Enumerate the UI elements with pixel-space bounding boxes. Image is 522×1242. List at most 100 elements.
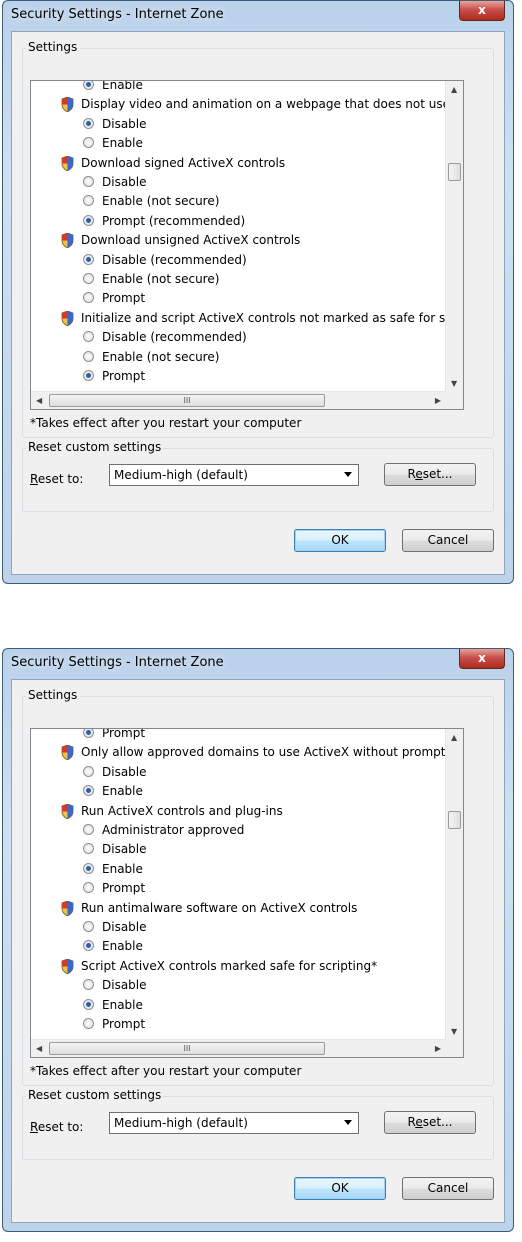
setting-category[interactable]: Download signed ActiveX controls <box>61 154 285 173</box>
setting-option-label: Prompt <box>102 881 146 896</box>
setting-category[interactable]: Download unsigned ActiveX controls <box>61 231 300 250</box>
cancel-button-label: Cancel <box>427 1181 469 1195</box>
scroll-thumb-grip: III <box>183 1044 191 1053</box>
radio-selected-icon[interactable] <box>83 370 94 381</box>
radio-selected-icon[interactable] <box>83 998 94 1010</box>
setting-option-radio[interactable]: Disable <box>83 173 147 192</box>
setting-category-label: Display video and animation on a webpage… <box>81 97 450 112</box>
cancel-button-label: Cancel <box>427 533 469 547</box>
scroll-left-arrow-icon[interactable]: ◀ <box>36 396 42 405</box>
radio-unselected-icon[interactable] <box>83 331 94 343</box>
radio-unselected-icon[interactable] <box>83 824 94 835</box>
setting-option-radio[interactable]: Disable <box>83 115 147 134</box>
reset-button[interactable]: Reset... <box>384 463 476 486</box>
setting-option-radio[interactable]: Disable <box>83 840 147 859</box>
setting-option-radio[interactable]: Administrator approved <box>83 821 244 840</box>
security-shield-icon <box>61 744 74 761</box>
setting-option-radio[interactable]: Enable <box>83 860 143 879</box>
security-shield-icon <box>61 310 74 327</box>
vertical-scrollbar[interactable]: ▲ ▼ <box>445 729 463 1040</box>
horizontal-scroll-thumb[interactable]: III <box>49 394 325 407</box>
ok-button[interactable]: OK <box>294 1177 386 1200</box>
setting-option-radio[interactable]: Disable (recommended) <box>83 328 247 347</box>
radio-selected-icon[interactable] <box>83 862 94 874</box>
radio-unselected-icon[interactable] <box>83 273 94 284</box>
scroll-right-arrow-icon[interactable]: ▶ <box>435 1044 441 1053</box>
radio-selected-icon[interactable] <box>83 729 94 738</box>
horizontal-scrollbar[interactable]: ◀ III ▶ <box>31 391 446 409</box>
setting-option-radio[interactable]: Prompt (recommended) <box>83 212 245 231</box>
scroll-left-arrow-icon[interactable]: ◀ <box>36 1044 42 1053</box>
radio-unselected-icon[interactable] <box>83 292 94 304</box>
setting-option-radio[interactable]: Enable <box>83 937 143 956</box>
title-bar[interactable]: Security Settings - Internet Zone x <box>3 1 513 29</box>
radio-unselected-icon[interactable] <box>83 843 94 855</box>
setting-option-radio[interactable]: Prompt <box>83 729 145 743</box>
reset-level-select[interactable]: Medium-high (default) <box>109 1112 359 1134</box>
cancel-button[interactable]: Cancel <box>402 1177 494 1200</box>
reset-to-rest: eset to: <box>37 472 84 486</box>
radio-selected-icon[interactable] <box>83 940 94 952</box>
close-button[interactable]: x <box>459 1 505 21</box>
setting-category[interactable]: Script ActiveX controls marked safe for … <box>61 957 377 976</box>
ok-button[interactable]: OK <box>294 529 386 552</box>
scroll-up-arrow-icon[interactable]: ▲ <box>451 733 457 742</box>
radio-unselected-icon[interactable] <box>83 137 94 149</box>
setting-category[interactable]: Run ActiveX controls and plug-ins <box>61 802 283 821</box>
cancel-button[interactable]: Cancel <box>402 529 494 552</box>
setting-option-radio[interactable]: Disable (recommended) <box>83 251 247 270</box>
setting-option-radio[interactable]: Enable (not secure) <box>83 348 219 367</box>
setting-option-radio[interactable]: Enable <box>83 81 143 95</box>
setting-option-radio[interactable]: Prompt <box>83 879 145 898</box>
setting-option-radio[interactable]: Prompt <box>83 1015 145 1034</box>
radio-unselected-icon[interactable] <box>83 1018 94 1029</box>
vertical-scroll-thumb[interactable] <box>448 163 461 181</box>
setting-option-radio[interactable]: Enable <box>83 782 143 801</box>
setting-option-label: Disable <box>102 920 147 934</box>
setting-option-radio[interactable]: Enable (not secure) <box>83 192 219 211</box>
setting-option-radio[interactable]: Prompt <box>83 367 145 386</box>
setting-option-radio[interactable]: Prompt <box>83 289 145 308</box>
reset-button[interactable]: Reset... <box>384 1111 476 1134</box>
setting-category[interactable]: Run antimalware software on ActiveX cont… <box>61 899 357 918</box>
setting-option-radio[interactable]: Enable <box>83 996 143 1015</box>
settings-list[interactable]: Enable Display video and animation on a w… <box>30 80 464 410</box>
scroll-right-arrow-icon[interactable]: ▶ <box>435 396 441 405</box>
setting-option-radio[interactable]: Enable <box>83 134 143 153</box>
radio-unselected-icon[interactable] <box>83 195 94 207</box>
radio-selected-icon[interactable] <box>83 214 94 226</box>
setting-option-radio[interactable]: Enable (not secure) <box>83 270 219 289</box>
setting-category[interactable]: Only allow approved domains to use Activ… <box>61 743 445 762</box>
dialog-body: Settings Enable Display video and animati… <box>11 31 505 575</box>
scroll-down-arrow-icon[interactable]: ▼ <box>451 1027 457 1036</box>
setting-option-radio[interactable]: Disable <box>83 763 147 782</box>
vertical-scrollbar[interactable]: ▲ ▼ <box>445 81 463 392</box>
setting-option-radio[interactable]: Disable <box>83 918 147 937</box>
radio-unselected-icon[interactable] <box>83 979 94 991</box>
radio-unselected-icon[interactable] <box>83 921 94 932</box>
horizontal-scroll-thumb[interactable]: III <box>49 1042 325 1055</box>
radio-selected-icon[interactable] <box>83 81 94 90</box>
radio-unselected-icon[interactable] <box>83 176 94 187</box>
radio-selected-icon[interactable] <box>83 253 94 265</box>
vertical-scroll-thumb[interactable] <box>448 811 461 829</box>
close-button[interactable]: x <box>459 649 505 669</box>
radio-unselected-icon[interactable] <box>83 350 94 362</box>
scroll-up-arrow-icon[interactable]: ▲ <box>451 85 457 94</box>
title-bar[interactable]: Security Settings - Internet Zone x <box>3 649 513 677</box>
radio-selected-icon[interactable] <box>83 117 94 129</box>
setting-option-label: Enable <box>102 136 143 151</box>
reset-to-label: Reset to: <box>30 1120 83 1134</box>
setting-category[interactable]: Display video and animation on a webpage… <box>61 95 450 114</box>
horizontal-scrollbar[interactable]: ◀ III ▶ <box>31 1039 446 1057</box>
radio-selected-icon[interactable] <box>83 785 94 797</box>
radio-unselected-icon[interactable] <box>83 765 94 777</box>
setting-category[interactable]: Initialize and script ActiveX controls n… <box>61 309 452 328</box>
setting-category-label: Download signed ActiveX controls <box>81 155 286 170</box>
radio-unselected-icon[interactable] <box>83 882 94 894</box>
reset-to-accel: R <box>30 472 38 486</box>
reset-level-select[interactable]: Medium-high (default) <box>109 464 359 486</box>
setting-option-radio[interactable]: Disable <box>83 976 147 995</box>
scroll-down-arrow-icon[interactable]: ▼ <box>451 379 457 388</box>
settings-list[interactable]: Prompt Only allow approved domains to use… <box>30 728 464 1058</box>
